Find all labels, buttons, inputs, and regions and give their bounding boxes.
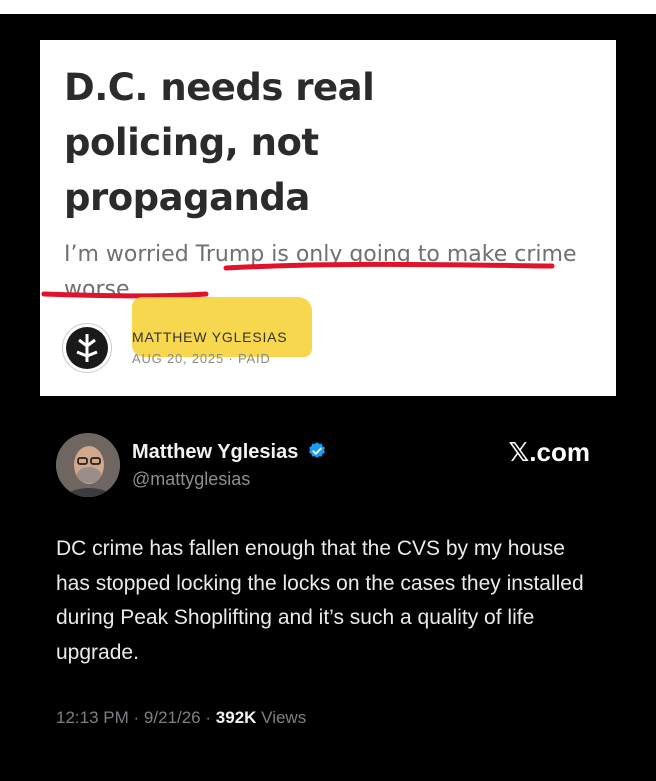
headline-line-1: D.C. needs real bbox=[64, 66, 375, 109]
tweet-header: Matthew Yglesias @mattyglesias 𝕏.com bbox=[56, 433, 596, 503]
article-access: PAID bbox=[237, 351, 271, 366]
author-text: MATTHEW YGLESIAS AUG 20, 2025 · PAID bbox=[132, 326, 287, 370]
display-name[interactable]: Matthew Yglesias bbox=[132, 441, 327, 464]
headline-line-3: propaganda bbox=[64, 176, 310, 219]
user-handle[interactable]: @mattyglesias bbox=[132, 469, 250, 490]
author-block: MATTHEW YGLESIAS AUG 20, 2025 · PAID bbox=[62, 323, 287, 373]
views-count: 392K bbox=[215, 708, 257, 727]
tweet-time[interactable]: 12:13 PM bbox=[56, 708, 129, 727]
article-card[interactable]: D.C. needs real policing, not propaganda… bbox=[40, 40, 616, 396]
meta-separator-1: · bbox=[133, 708, 140, 727]
verified-badge-icon bbox=[309, 442, 325, 458]
meta-separator-2: · bbox=[205, 708, 212, 727]
meta-separator: · bbox=[228, 351, 234, 366]
tweet-meta: 12:13 PM · 9/21/26 · 392K Views bbox=[56, 708, 306, 728]
display-name-text: Matthew Yglesias bbox=[132, 441, 299, 463]
author-name[interactable]: MATTHEW YGLESIAS bbox=[132, 326, 287, 348]
publication-logo-icon bbox=[62, 323, 112, 373]
top-frame bbox=[0, 0, 656, 14]
avatar[interactable] bbox=[56, 433, 120, 497]
article-meta: AUG 20, 2025 · PAID bbox=[132, 348, 287, 370]
tweet-text: DC crime has fallen enough that the CVS … bbox=[56, 537, 584, 664]
article-headline: D.C. needs real policing, not propaganda bbox=[64, 60, 592, 225]
views-label: Views bbox=[261, 708, 307, 727]
article-date: AUG 20, 2025 bbox=[132, 351, 224, 366]
headline-line-2: policing, not bbox=[64, 121, 319, 164]
x-logo-icon: 𝕏.com bbox=[508, 437, 590, 467]
tweet-date[interactable]: 9/21/26 bbox=[144, 708, 201, 727]
